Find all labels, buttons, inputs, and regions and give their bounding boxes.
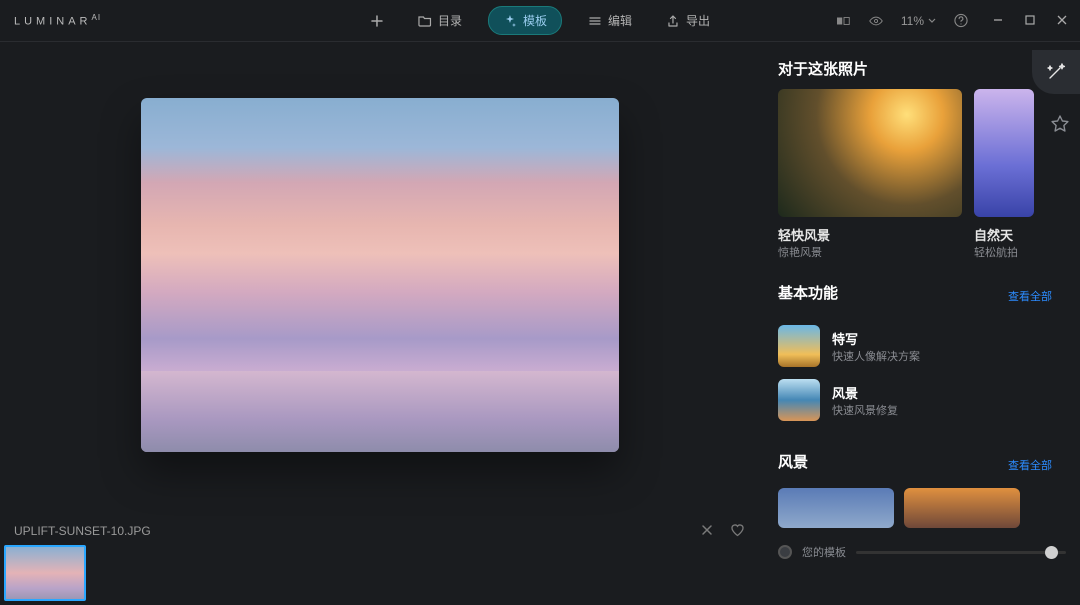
slider-start-knob[interactable] bbox=[778, 545, 792, 559]
preview-image bbox=[141, 98, 619, 452]
favorite-panel-button[interactable] bbox=[1050, 114, 1070, 134]
slider-handle[interactable] bbox=[1045, 546, 1058, 559]
export-icon bbox=[666, 14, 680, 28]
add-button[interactable] bbox=[362, 10, 392, 32]
scenery-thumbnail[interactable] bbox=[904, 488, 1020, 528]
see-all-link[interactable]: 查看全部 bbox=[1008, 457, 1052, 473]
tab-templates[interactable]: 模板 bbox=[488, 6, 562, 35]
list-thumbnail bbox=[778, 325, 820, 367]
tab-edit[interactable]: 编辑 bbox=[580, 8, 640, 33]
compare-icon[interactable] bbox=[837, 14, 851, 28]
list-thumbnail bbox=[778, 379, 820, 421]
folder-icon bbox=[418, 14, 432, 28]
close-button[interactable] bbox=[1056, 14, 1070, 28]
reject-button[interactable] bbox=[700, 523, 716, 539]
scenery-thumbnail[interactable] bbox=[778, 488, 894, 528]
help-icon[interactable] bbox=[954, 14, 968, 28]
template-thumbnail bbox=[974, 89, 1034, 217]
wand-icon bbox=[1045, 61, 1067, 83]
eye-icon[interactable] bbox=[869, 14, 883, 28]
basic-item[interactable]: 风景 快速风景修复 bbox=[778, 373, 1080, 427]
sparkle-icon bbox=[503, 14, 517, 28]
minimize-button[interactable] bbox=[992, 14, 1006, 28]
see-all-link[interactable]: 查看全部 bbox=[1008, 288, 1052, 304]
panel-section-scenery: 风景 bbox=[778, 451, 808, 472]
sliders-icon bbox=[588, 14, 602, 28]
tab-catalog[interactable]: 目录 bbox=[410, 8, 470, 33]
maximize-button[interactable] bbox=[1024, 14, 1038, 28]
favorite-button[interactable] bbox=[730, 523, 746, 539]
basic-item[interactable]: 特写 快速人像解决方案 bbox=[778, 319, 1080, 373]
panel-section-basic: 基本功能 bbox=[778, 282, 838, 303]
chevron-down-icon bbox=[928, 18, 936, 23]
slider-label: 您的模板 bbox=[802, 544, 846, 560]
template-intensity-slider[interactable] bbox=[856, 551, 1066, 554]
file-name-label: UPLIFT-SUNSET-10.JPG bbox=[14, 524, 686, 538]
ai-wand-button[interactable] bbox=[1032, 50, 1080, 94]
plus-icon bbox=[370, 14, 384, 28]
brand-logo: LUMINARAI bbox=[14, 13, 101, 28]
tab-export[interactable]: 导出 bbox=[658, 8, 718, 33]
template-thumbnail bbox=[778, 89, 962, 217]
zoom-dropdown[interactable]: 11% bbox=[901, 14, 936, 28]
template-card[interactable]: 轻快风景 惊艳风景 bbox=[778, 89, 962, 260]
filmstrip-thumbnail[interactable] bbox=[4, 545, 86, 601]
